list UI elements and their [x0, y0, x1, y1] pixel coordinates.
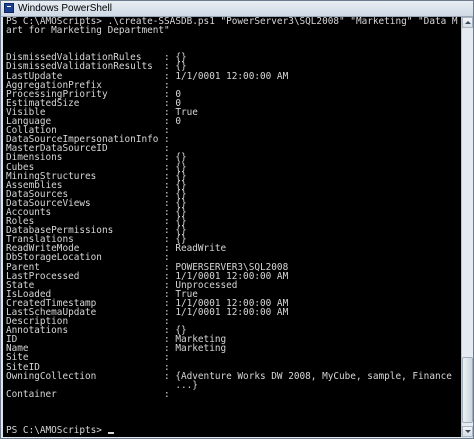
scrollbar-thumb[interactable] — [462, 357, 473, 423]
prompt-line: PS C:\AMOScripts> — [6, 425, 108, 437]
title-bar[interactable]: Windows PowerShell — [1, 1, 473, 17]
vertical-scrollbar[interactable] — [461, 17, 473, 437]
scroll-up-arrow-icon[interactable] — [462, 17, 473, 28]
powershell-icon — [4, 3, 14, 13]
console-text: PS C:\AMOScripts> .\create-SSASDB.ps1 "P… — [6, 17, 458, 435]
console-line: Container : — [6, 388, 170, 400]
text-cursor — [107, 432, 114, 435]
console-line: art for Marketing Department" — [6, 25, 170, 37]
powershell-window: Windows PowerShell PS C:\AMOScripts> .\c… — [0, 0, 474, 439]
window-title: Windows PowerShell — [18, 3, 112, 14]
scroll-down-arrow-icon[interactable] — [462, 426, 473, 437]
console-output[interactable]: PS C:\AMOScripts> .\create-SSASDB.ps1 "P… — [3, 17, 461, 437]
